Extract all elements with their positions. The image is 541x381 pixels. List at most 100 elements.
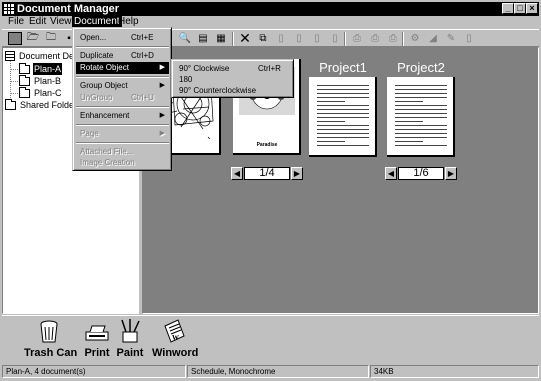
dock-paint[interactable]: Paint [115, 318, 145, 360]
doc-tool-3-icon[interactable]: ▯ [310, 32, 324, 45]
app-icon[interactable] [4, 4, 14, 14]
document-menu-dropdown: Open... Ctrl+E Duplicate Ctrl+D Rotate O… [72, 27, 172, 171]
menu-item-label: Attached File... [80, 147, 134, 156]
menu-item-rotate-object[interactable]: Rotate Object ▶ [76, 62, 169, 74]
text-line [395, 101, 423, 102]
dock-trash-can[interactable]: Trash Can [24, 318, 78, 360]
menu-item-rotate-ccw[interactable]: 90° Counterclockwise [175, 85, 291, 96]
submenu-arrow-icon: ▶ [159, 112, 165, 119]
menu-item-label: 90° Counterclockwise [179, 86, 257, 95]
folder-icon [19, 86, 30, 98]
page-view-icon[interactable]: ▤ [196, 32, 210, 45]
text-line [317, 113, 369, 114]
previous-page-button[interactable]: ◀ [231, 166, 243, 180]
document-thumbnail-project2[interactable] [387, 77, 455, 157]
open-folder-icon [19, 62, 30, 74]
settings-icon[interactable]: ⚙ [408, 32, 422, 45]
fax-tool-icon[interactable]: ⎙ [368, 32, 382, 45]
menu-item-ungroup[interactable]: UnGroup Ctrl+U [76, 92, 169, 104]
menu-item-label: Rotate Object [80, 63, 129, 72]
menu-separator [76, 142, 169, 144]
tree-item-shared-folder[interactable]: Shared Folder [5, 98, 78, 111]
copy-icon[interactable]: ⧉ [256, 32, 270, 45]
menu-item-shortcut: Ctrl+E [131, 33, 154, 42]
layer-icon[interactable]: ◢ [426, 32, 440, 45]
doc-tool-4-icon[interactable]: ▯ [328, 32, 342, 45]
tree-item-plan-c[interactable]: Plan-C [19, 86, 63, 99]
title-bar[interactable]: Document Manager _ □ × [2, 2, 539, 16]
tree-item-plan-b[interactable]: Plan-B [19, 74, 62, 87]
window-title: Document Manager [17, 3, 120, 15]
menu-item-label: UnGroup [80, 93, 113, 102]
menu-file[interactable]: File [6, 16, 26, 28]
open-folder-icon[interactable]: 🗁 [26, 32, 40, 45]
send-tool-icon[interactable]: ⎙ [386, 32, 400, 45]
thumbnail-view-icon[interactable]: ▦ [214, 32, 228, 45]
toolbar-separator [402, 32, 404, 46]
zoom-icon[interactable]: 🔍 [178, 32, 192, 45]
open-file-icon[interactable]: 🗀 [44, 32, 58, 45]
submenu-arrow-icon: ▶ [159, 130, 165, 137]
menu-item-shortcut: Ctrl+U [131, 93, 154, 102]
menu-separator [76, 124, 169, 126]
print-tool-icon[interactable]: ⎙ [350, 32, 364, 45]
menu-item-page[interactable]: Page ▶ [76, 128, 169, 140]
document-desk-icon[interactable] [8, 32, 22, 45]
text-line [317, 109, 369, 110]
delete-icon[interactable]: ✕ [238, 30, 252, 46]
menu-separator [76, 106, 169, 108]
submenu-arrow-icon: ▶ [159, 64, 165, 71]
puppy-caption: Paradise [256, 142, 278, 148]
dock-label: Print [84, 347, 110, 359]
tree-label: Plan-B [34, 76, 62, 86]
text-line [395, 141, 423, 142]
winword-icon: W [164, 319, 185, 343]
menu-item-shortcut: Ctrl+D [131, 51, 154, 60]
text-line [395, 145, 447, 146]
menu-item-rotate-cw[interactable]: 90° Clockwise Ctrl+R [175, 63, 291, 74]
doc-tool-2-icon[interactable]: ▯ [292, 32, 306, 45]
text-line [317, 85, 369, 86]
next-page-button[interactable]: ▶ [291, 166, 303, 180]
shared-folder-icon [5, 98, 16, 110]
minimize-button[interactable]: _ [502, 3, 514, 14]
maximize-button[interactable]: □ [514, 3, 526, 14]
dock-winword[interactable]: W Winword [152, 318, 198, 360]
page-navigator-project2: ◀ 1/6 ▶ [385, 166, 457, 180]
doc-tool-1-icon[interactable]: ▯ [274, 32, 288, 45]
menu-view[interactable]: View [48, 16, 74, 28]
menu-item-label: Duplicate [80, 51, 114, 60]
close-button[interactable]: × [526, 3, 538, 14]
page-navigator-2: ◀ 1/4 ▶ [231, 166, 303, 180]
status-bar: Plan-A, 4 document(s) Schedule, Monochro… [2, 364, 539, 379]
menu-item-enhancement[interactable]: Enhancement ▶ [76, 110, 169, 122]
rotate-object-submenu: 90° Clockwise Ctrl+R 180 90° Countercloc… [171, 59, 294, 98]
menu-edit[interactable]: Edit [27, 16, 48, 28]
tree-guide [11, 69, 18, 70]
tree-guide [11, 81, 18, 82]
menu-separator [76, 76, 169, 78]
text-line [395, 129, 447, 130]
dock-print[interactable]: Print [82, 318, 112, 360]
text-line [317, 125, 369, 126]
menu-item-rotate-180[interactable]: 180 [175, 74, 291, 85]
tree-label: Plan-A [33, 63, 63, 75]
previous-page-button[interactable]: ◀ [385, 166, 397, 180]
dock-label: Trash Can [24, 347, 78, 359]
next-page-button[interactable]: ▶ [445, 166, 457, 180]
tree-label: Shared Folder [20, 100, 78, 110]
menu-item-open[interactable]: Open... Ctrl+E [76, 32, 169, 44]
menu-item-duplicate[interactable]: Duplicate Ctrl+D [76, 50, 169, 62]
status-file-size: 34KB [370, 365, 539, 378]
edit-tool-icon[interactable]: ✎ [444, 32, 458, 45]
menu-item-label: Group Object [80, 81, 128, 90]
menu-item-label: Open... [80, 33, 107, 42]
paint-icon [121, 319, 140, 343]
text-line [395, 125, 447, 126]
tree-label: Plan-C [34, 88, 62, 98]
menu-item-image-creation[interactable]: Image Creation [76, 157, 169, 169]
document-thumbnail-project1[interactable] [309, 77, 377, 157]
note-icon[interactable]: ▯ [462, 32, 476, 45]
menu-item-group-object[interactable]: Group Object ▶ [76, 80, 169, 92]
tree-item-plan-a[interactable]: Plan-A [19, 62, 63, 75]
